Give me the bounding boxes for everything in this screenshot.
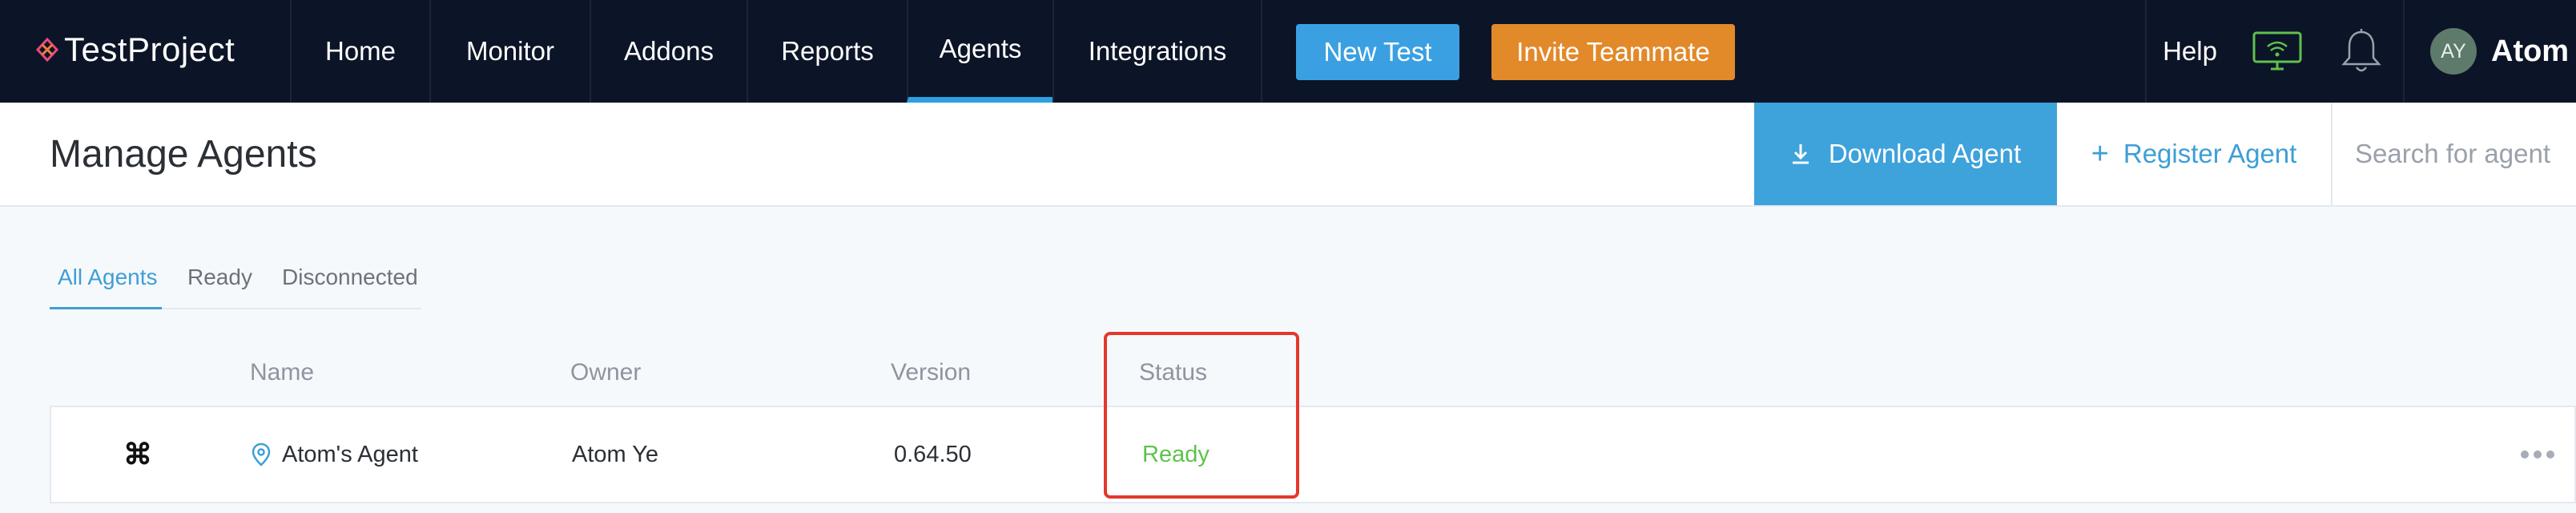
- help-link[interactable]: Help: [2145, 0, 2233, 103]
- agent-version: 0.64.50: [894, 441, 972, 467]
- row-more-options-button[interactable]: [2518, 407, 2557, 502]
- os-cell: ⌘: [123, 407, 152, 502]
- new-test-button[interactable]: New Test: [1296, 24, 1459, 80]
- plus-icon: +: [2091, 136, 2109, 171]
- nav-tab-addons[interactable]: Addons: [590, 0, 747, 103]
- nav-tab-reports[interactable]: Reports: [747, 0, 907, 103]
- nav-tab-integrations[interactable]: Integrations: [1053, 0, 1262, 103]
- user-name: Atom: [2491, 34, 2570, 68]
- notifications-button[interactable]: [2321, 0, 2401, 103]
- user-menu[interactable]: AY Atom: [2403, 0, 2576, 103]
- column-header-status[interactable]: Status: [1139, 359, 1207, 386]
- testproject-logo[interactable]: TestProject: [34, 0, 235, 99]
- macos-command-icon: ⌘: [123, 438, 152, 471]
- agent-owner: Atom Ye: [572, 441, 659, 467]
- status-badge: Ready: [1142, 441, 1210, 467]
- invite-teammate-button[interactable]: Invite Teammate: [1491, 24, 1735, 80]
- column-header-version[interactable]: Version: [891, 359, 971, 386]
- filter-tab-disconnected[interactable]: Disconnected: [282, 248, 418, 309]
- brand-name: TestProject: [64, 30, 235, 68]
- bell-icon: [2341, 29, 2381, 72]
- agent-filter-tabs: All Agents Ready Disconnected: [50, 248, 421, 309]
- filter-tab-ready[interactable]: Ready: [187, 248, 252, 309]
- nav-tab-home[interactable]: Home: [290, 0, 429, 103]
- nav-tab-agents[interactable]: Agents: [907, 0, 1053, 103]
- top-navbar: TestProject Home Monitor Addons Reports …: [0, 0, 2576, 103]
- nav-tab-monitor[interactable]: Monitor: [429, 0, 590, 103]
- testproject-logo-icon: [35, 37, 59, 63]
- more-dots-icon: [2521, 450, 2529, 458]
- page-title: Manage Agents: [50, 132, 317, 176]
- filter-tab-all-agents[interactable]: All Agents: [50, 248, 162, 309]
- agent-name-cell[interactable]: Atom's Agent: [252, 407, 418, 502]
- register-agent-button[interactable]: + Register Agent: [2057, 103, 2332, 205]
- column-header-name[interactable]: Name: [250, 359, 314, 386]
- agent-name: Atom's Agent: [282, 441, 418, 467]
- agent-monitor-button[interactable]: [2233, 0, 2321, 103]
- column-header-owner[interactable]: Owner: [570, 359, 641, 386]
- search-agent-input[interactable]: [2334, 103, 2576, 205]
- monitor-wifi-icon: [2252, 31, 2302, 71]
- download-agent-button[interactable]: Download Agent: [1754, 103, 2057, 205]
- page-header: Manage Agents Download Agent + Register …: [0, 103, 2576, 207]
- table-row[interactable]: ⌘ Atom's Agent Atom Ye 0.64.50 Ready: [50, 406, 2576, 503]
- download-icon: [1792, 144, 1809, 164]
- avatar: AY: [2430, 28, 2477, 75]
- location-pin-icon: [252, 442, 271, 467]
